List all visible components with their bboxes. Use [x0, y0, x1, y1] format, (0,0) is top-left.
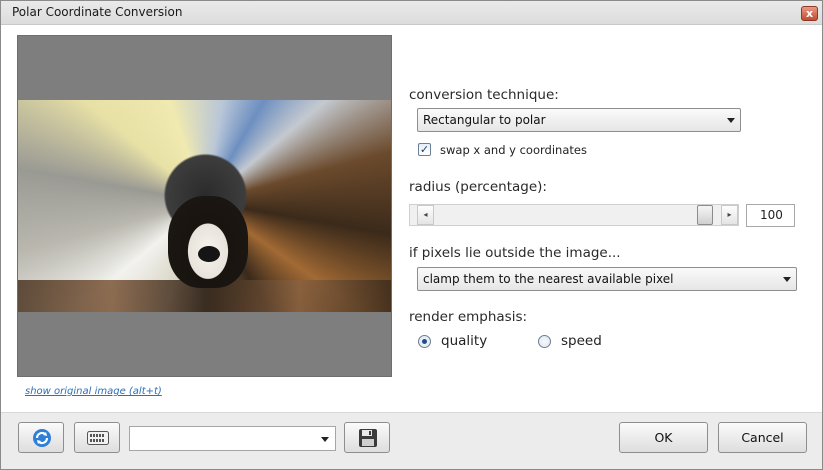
quality-label: quality	[441, 333, 488, 349]
slider-decrement-icon[interactable]: ◂	[417, 205, 434, 225]
save-preset-button[interactable]	[344, 422, 390, 453]
radius-slider[interactable]: ◂ ▸	[409, 204, 739, 226]
outside-pixels-heading: if pixels lie outside the image...	[409, 245, 621, 261]
ok-button[interactable]: OK	[619, 422, 708, 453]
preview-photo	[18, 100, 391, 312]
dropdown-arrow-icon	[783, 277, 791, 282]
slider-thumb[interactable]	[697, 205, 713, 225]
photo-dog-face	[168, 196, 248, 288]
outside-pixels-select[interactable]: clamp them to the nearest available pixe…	[417, 267, 797, 291]
dropdown-arrow-icon	[321, 437, 329, 442]
swap-xy-label: swap x and y coordinates	[440, 143, 587, 157]
outside-pixels-value: clamp them to the nearest available pixe…	[423, 272, 674, 286]
titlebar: Polar Coordinate Conversion x	[1, 1, 822, 25]
conversion-technique-select[interactable]: Rectangular to polar	[417, 108, 741, 132]
radius-value-input[interactable]: 100	[746, 204, 795, 227]
image-preview[interactable]	[17, 35, 392, 377]
conversion-technique-value: Rectangular to polar	[423, 113, 546, 127]
dropdown-arrow-icon	[727, 118, 735, 123]
photo-dog-nose	[198, 246, 220, 262]
speed-label: speed	[561, 333, 602, 349]
refresh-icon	[33, 429, 51, 447]
slider-increment-icon[interactable]: ▸	[721, 205, 738, 225]
refresh-button[interactable]	[18, 422, 64, 453]
swap-xy-checkbox[interactable]: ✓	[418, 143, 431, 156]
preset-select[interactable]	[129, 426, 336, 451]
quality-radio[interactable]	[418, 335, 431, 348]
keyboard-icon	[87, 431, 109, 445]
dialog-window: Polar Coordinate Conversion x show origi…	[0, 0, 823, 470]
close-button[interactable]: x	[801, 6, 818, 21]
radius-heading: radius (percentage):	[409, 179, 547, 195]
show-original-link[interactable]: show original image (alt+t)	[25, 386, 162, 397]
conversion-technique-heading: conversion technique:	[409, 87, 559, 103]
render-emphasis-heading: render emphasis:	[409, 309, 528, 325]
randomize-button[interactable]	[74, 422, 120, 453]
save-icon	[359, 429, 377, 447]
window-title: Polar Coordinate Conversion	[12, 5, 183, 19]
cancel-button[interactable]: Cancel	[718, 422, 807, 453]
ok-label: OK	[654, 430, 673, 445]
cancel-label: Cancel	[741, 430, 784, 445]
speed-radio[interactable]	[538, 335, 551, 348]
